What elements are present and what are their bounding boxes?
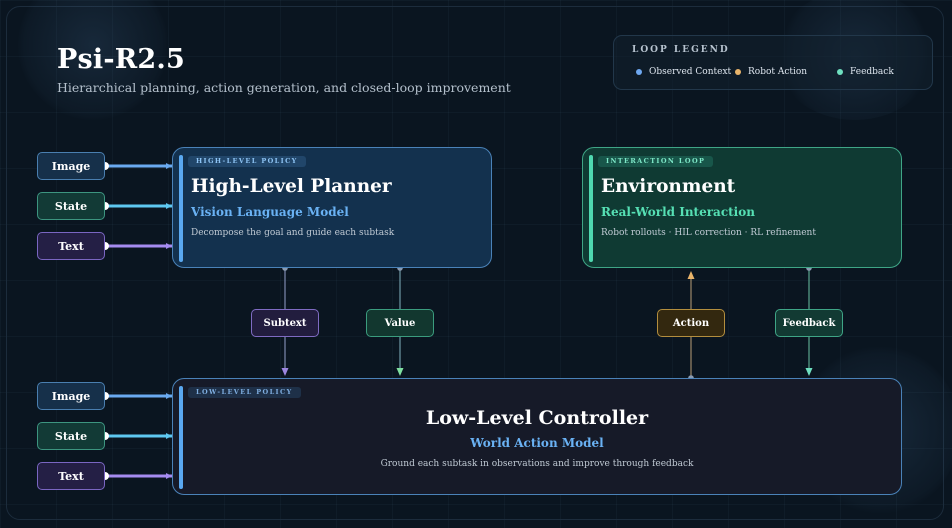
hl-input-state: State bbox=[37, 192, 105, 220]
feedback-edge-label: Feedback bbox=[775, 309, 843, 337]
panel-title: Low-Level Controller bbox=[425, 407, 649, 429]
subtext-arrowhead-icon bbox=[281, 368, 289, 376]
diagram-canvas: Psi-R2.5 Hierarchical planning, action g… bbox=[0, 0, 952, 528]
ll-input-image: Image bbox=[37, 382, 105, 410]
value-arrowhead-icon bbox=[396, 368, 404, 376]
action-arrowhead-icon bbox=[687, 271, 695, 279]
panel-description: Ground each subtask in observations and … bbox=[380, 459, 694, 469]
panel-tag: LOW-LEVEL POLICY bbox=[188, 387, 301, 398]
panel-subtitle: Real-World Interaction bbox=[601, 205, 755, 219]
hl-input-image: Image bbox=[37, 152, 105, 180]
panel-description: Decompose the goal and guide each subtas… bbox=[191, 228, 395, 238]
hl-input-text: Text bbox=[37, 232, 105, 260]
panel-subtitle: Vision Language Model bbox=[191, 205, 349, 219]
feedback-arrowhead-icon bbox=[805, 368, 813, 376]
low-level-controller-panel: LOW-LEVEL POLICY Low-Level Controller Wo… bbox=[172, 378, 902, 495]
panel-accent-bar bbox=[179, 155, 183, 262]
panel-title: High-Level Planner bbox=[191, 176, 392, 197]
ll-input-text: Text bbox=[37, 462, 105, 490]
panel-tag: INTERACTION LOOP bbox=[598, 156, 714, 167]
panel-title: Environment bbox=[601, 176, 736, 197]
panel-description: Robot rollouts · HIL correction · RL ref… bbox=[601, 228, 816, 238]
high-level-planner-panel: HIGH-LEVEL POLICY High-Level Planner Vis… bbox=[172, 147, 492, 268]
high-level-input-wires bbox=[101, 162, 172, 250]
panel-accent-bar bbox=[589, 155, 593, 262]
environment-panel: INTERACTION LOOP Environment Real-World … bbox=[582, 147, 902, 268]
value-edge-label: Value bbox=[366, 309, 434, 337]
ll-input-state: State bbox=[37, 422, 105, 450]
panel-subtitle: World Action Model bbox=[470, 436, 604, 450]
panel-tag: HIGH-LEVEL POLICY bbox=[188, 156, 306, 167]
subtext-edge-label: Subtext bbox=[251, 309, 319, 337]
low-level-input-wires bbox=[101, 392, 172, 480]
action-edge-label: Action bbox=[657, 309, 725, 337]
